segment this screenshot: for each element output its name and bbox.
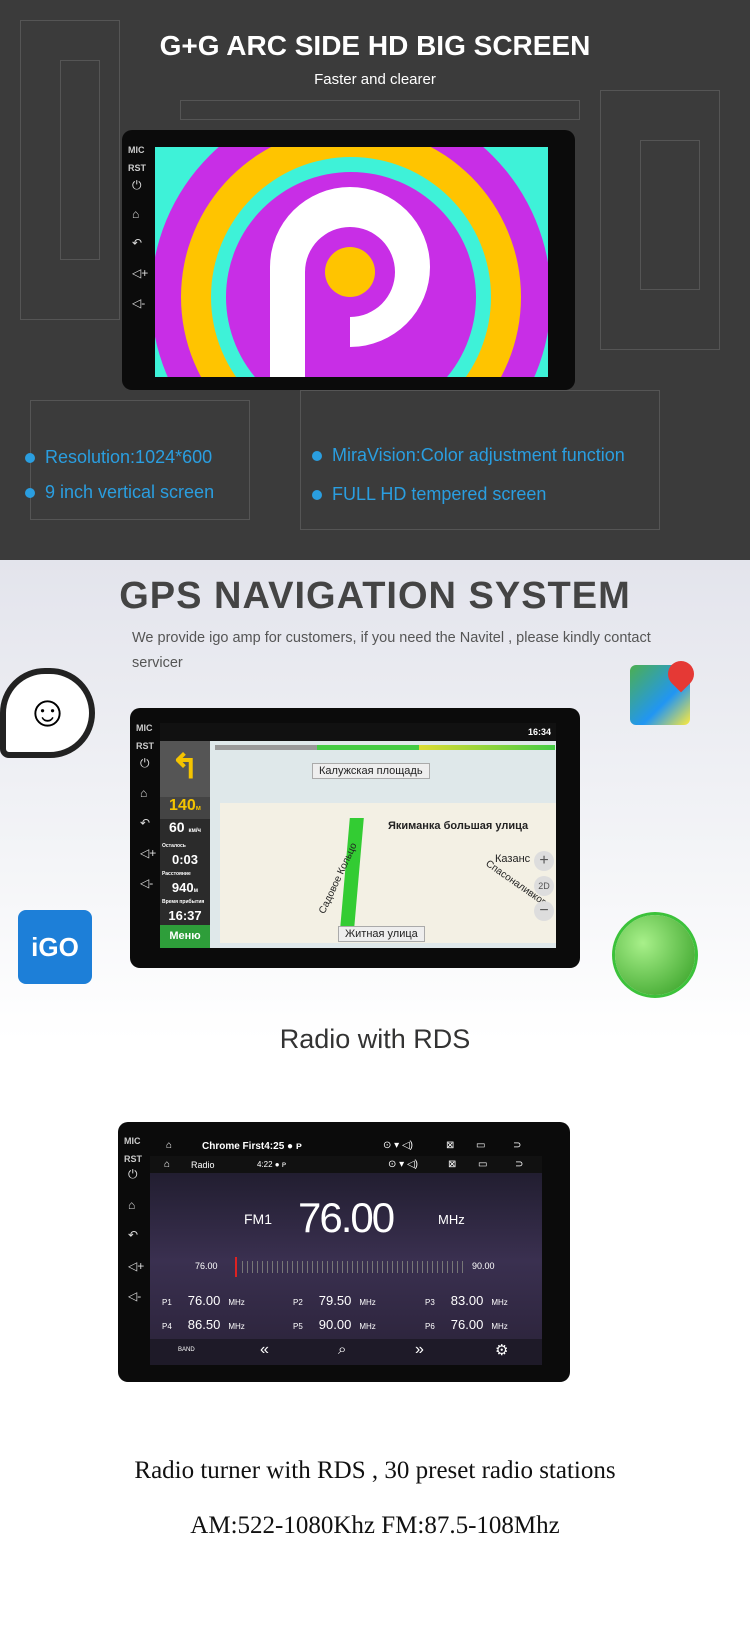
back-icon[interactable]: ↶ [128, 1228, 138, 1242]
feature-screen-size: 9 inch vertical screen [25, 482, 214, 503]
power-icon[interactable]: ⏻ [128, 1167, 138, 1182]
rst-label: RST [136, 741, 154, 751]
power-icon[interactable]: ⏻ [140, 756, 150, 771]
power-icon[interactable]: ⏻ [132, 178, 142, 193]
route-progress-bar [215, 745, 555, 750]
status-icons: ⊙ ▾ ◁) [383, 1140, 413, 1151]
footer-line-1: Radio turner with RDS , 30 preset radio … [134, 1457, 616, 1484]
navitel-globe-icon [615, 915, 695, 995]
back-icon[interactable]: ↶ [140, 816, 150, 830]
home-icon[interactable]: ⌂ [132, 207, 139, 221]
radio-screen: ⌂ Radio 4:22 ● ᴘ ⊙ ▾ ◁) ⊠ ▭ ⊃ FM1 76.00 … [150, 1156, 542, 1365]
status-icons: ⊙ ▾ ◁) [388, 1159, 418, 1170]
recent-apps-icon[interactable]: ▭ [478, 1159, 487, 1170]
banner-subtitle: Faster and clearer [314, 71, 436, 88]
current-speed: 60 км/ч [160, 819, 210, 839]
tuning-needle[interactable] [235, 1257, 237, 1277]
frequency-display: 76.00 [298, 1194, 395, 1241]
frequency-unit: MHz [438, 1212, 465, 1227]
back-nav-icon[interactable]: ⊃ [513, 1140, 521, 1151]
status-time: 4:22 ● ᴘ [257, 1160, 287, 1169]
gps-description: We provide igo amp for customers, if you… [132, 630, 651, 671]
preset-p5[interactable]: P5 90.00 MHz [293, 1317, 376, 1332]
scale-min: 76.00 [195, 1261, 218, 1271]
volume-down-icon[interactable]: ◁- [132, 296, 145, 310]
home-icon[interactable]: ⌂ [166, 1140, 172, 1151]
volume-up-icon[interactable]: ◁+ [140, 846, 156, 860]
mic-label: MIC [124, 1136, 141, 1146]
preset-p2[interactable]: P2 79.50 MHz [293, 1293, 376, 1308]
street-label-bottom: Житная улица [338, 926, 425, 942]
seek-forward-icon[interactable]: » [415, 1341, 424, 1359]
navigation-map[interactable]: 16:34 Калужская площадь Якиманка большая… [160, 723, 556, 948]
app-title: Radio [191, 1160, 215, 1170]
2d-mode-button[interactable]: 2D [534, 876, 554, 896]
back-nav-icon[interactable]: ⊃ [515, 1159, 523, 1170]
volume-up-icon[interactable]: ◁+ [132, 266, 148, 280]
menu-button[interactable]: Меню [160, 925, 210, 948]
mic-label: MIC [128, 145, 145, 155]
feature-tempered-screen: FULL HD tempered screen [312, 484, 546, 505]
settings-gear-icon[interactable]: ⚙ [495, 1341, 508, 1359]
seek-back-icon[interactable]: « [260, 1341, 269, 1359]
search-icon[interactable]: ⌕ [338, 1341, 346, 1358]
feature-resolution: Resolution:1024*600 [25, 447, 212, 468]
google-maps-icon [630, 655, 700, 725]
close-icon[interactable]: ⊠ [448, 1159, 456, 1170]
rst-label: RST [124, 1154, 142, 1164]
scale-max: 90.00 [472, 1261, 495, 1271]
radio-section-title: Radio with RDS [279, 1024, 471, 1054]
recent-apps-icon[interactable]: ▭ [476, 1140, 485, 1151]
navigation-status-bar [160, 723, 556, 741]
volume-down-icon[interactable]: ◁- [140, 876, 153, 890]
band-label: FM1 [244, 1211, 272, 1227]
street-label-right: Якиманка большая улица [388, 820, 529, 832]
remaining-time: Осталось 0:03 [160, 839, 210, 867]
tuning-scale[interactable] [242, 1261, 467, 1273]
preset-p1[interactable]: P1 76.00 MHz [162, 1293, 245, 1308]
banner-title: G+G ARC SIDE HD BIG SCREEN [159, 30, 591, 61]
home-icon[interactable]: ⌂ [140, 786, 147, 800]
zoom-in-button[interactable]: + [534, 851, 554, 871]
mic-label: MIC [136, 723, 153, 733]
android-p-logo [155, 147, 548, 377]
clock: 16:34 [528, 727, 552, 737]
status-bar-app: Chrome First4:25 ● ᴘ [202, 1141, 302, 1152]
remaining-distance: Расстояние 940м [160, 867, 210, 895]
rst-label: RST [128, 163, 146, 173]
home-icon[interactable]: ⌂ [128, 1198, 135, 1212]
street-label-top: Калужская площадь [312, 763, 430, 779]
street-label-kazan: Казанс [495, 853, 531, 865]
home-icon[interactable]: ⌂ [164, 1159, 170, 1170]
gps-title: GPS NAVIGATION SYSTEM [119, 575, 631, 617]
igo-logo-icon: iGO [18, 910, 92, 984]
arrival-time: Время прибытия 16:37 [160, 895, 210, 925]
close-icon[interactable]: ⊠ [446, 1140, 454, 1151]
volume-down-icon[interactable]: ◁- [128, 1289, 141, 1303]
waze-logo-icon: ☺ [0, 668, 95, 758]
back-icon[interactable]: ↶ [132, 236, 142, 250]
footer-line-2: AM:522-1080Khz FM:87.5-108Mhz [190, 1512, 560, 1539]
volume-up-icon[interactable]: ◁+ [128, 1259, 144, 1273]
turn-distance: 140м [160, 797, 210, 819]
preset-p6[interactable]: P6 76.00 MHz [425, 1317, 508, 1332]
zoom-out-button[interactable]: − [534, 901, 554, 921]
feature-miravision: MiraVision:Color adjustment function [312, 445, 625, 466]
preset-p4[interactable]: P4 86.50 MHz [162, 1317, 245, 1332]
preset-p3[interactable]: P3 83.00 MHz [425, 1293, 508, 1308]
band-button[interactable]: BAND [178, 1347, 195, 1353]
